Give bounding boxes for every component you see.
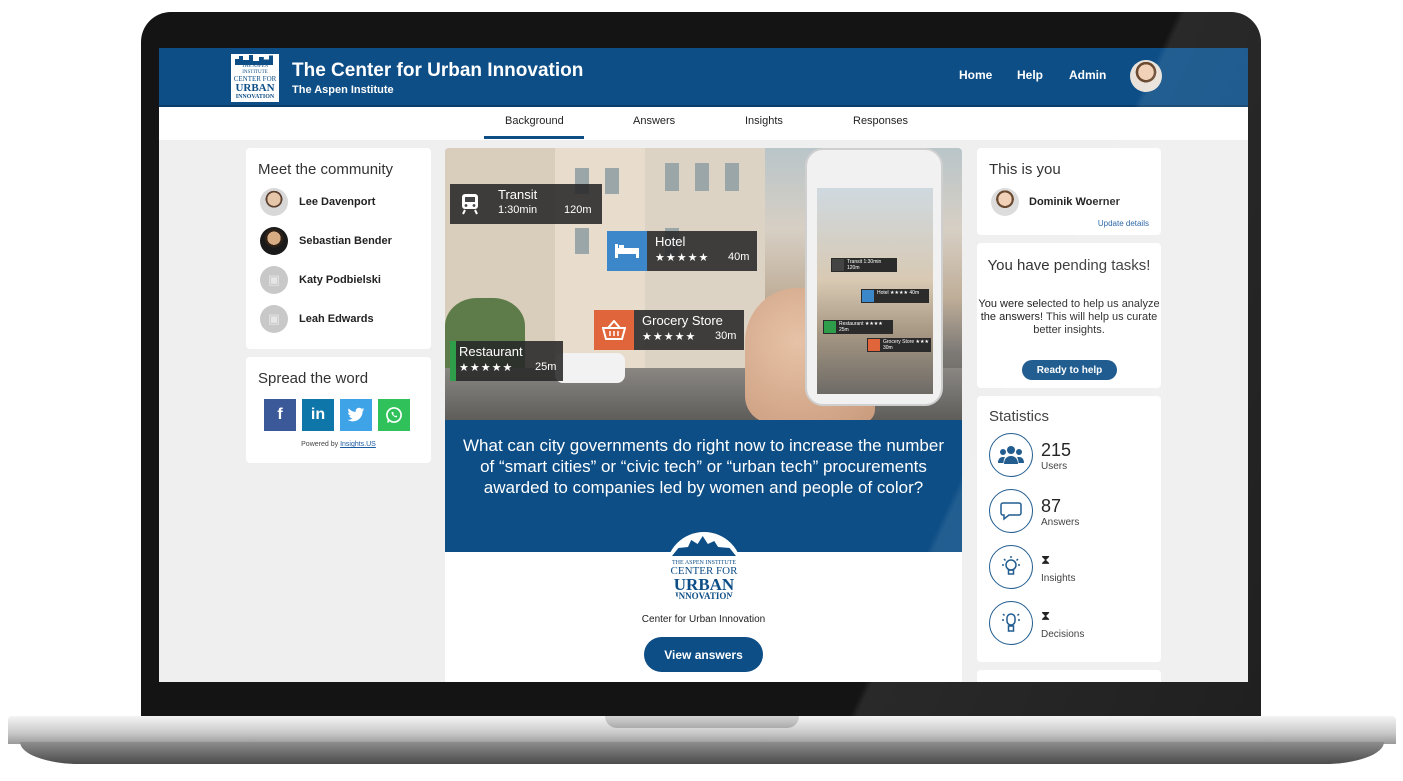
decision-bulb-icon (989, 601, 1033, 645)
powered-by-link[interactable]: Insights.US (340, 441, 376, 448)
pending-title: You have pending tasks! (987, 257, 1151, 274)
phone-screen: Transit 1:30min 120m Hotel ★★★★ 40m Rest… (817, 188, 933, 394)
facebook-icon[interactable]: f (264, 399, 296, 431)
restaurant-tag: Restaurant ★★★★★ 25m (450, 341, 563, 381)
pending-card: You have pending tasks! You were selecte… (977, 243, 1161, 388)
twitter-icon[interactable] (340, 399, 372, 431)
community-member[interactable]: ▣ Leah Edwards (260, 305, 460, 335)
share-card: Spread the word f in Powered by Insights… (246, 357, 431, 463)
skyline-icon (672, 536, 736, 556)
basket-icon (594, 310, 634, 350)
view-answers-button[interactable]: View answers (644, 637, 763, 672)
tab-background[interactable]: Background (505, 115, 564, 127)
pending-body: You were selected to help us analyze the… (978, 298, 1160, 336)
member-name: Sebastian Bender (299, 235, 392, 247)
users-count: 215 (1041, 440, 1072, 460)
mini-tag-grocery: Grocery Store ★★★ 30m (867, 338, 931, 352)
next-card (977, 670, 1161, 682)
hotel-tag: Hotel ★★★★★ 40m (607, 231, 757, 271)
you-card: This is you Dominik Woerner Update detai… (977, 148, 1161, 235)
mini-tag-transit: Transit 1:30min 120m (831, 258, 897, 272)
active-tab-indicator (484, 136, 584, 139)
laptop-base-shadow (20, 742, 1384, 764)
decisions-label: Decisions (1041, 629, 1085, 640)
window (575, 228, 589, 254)
member-name: Katy Podbielski (299, 274, 381, 286)
placeholder-avatar-icon: ▣ (260, 266, 288, 294)
nav-admin[interactable]: Admin (1069, 68, 1106, 82)
users-label: Users (1041, 461, 1068, 472)
statistics-title: Statistics (989, 408, 1050, 425)
org-panel: THE ASPEN INSTITUTE CENTER FOR URBAN INN… (445, 532, 962, 682)
hourglass-icon: ⧗ (1041, 552, 1051, 567)
you-name: Dominik Woerner (1029, 196, 1120, 208)
mini-tag-restaurant: Restaurant ★★★★ 25m (823, 320, 893, 334)
powered-by: Powered by Insights.US (301, 441, 376, 448)
transit-tag: Transit 1:30min 120m (450, 184, 602, 224)
answers-count: 87 (1041, 496, 1062, 516)
nav-home[interactable]: Home (959, 68, 992, 82)
whatsapp-icon[interactable] (378, 399, 410, 431)
avatar (991, 188, 1019, 216)
placeholder-avatar-icon: ▣ (260, 305, 288, 333)
car (555, 353, 625, 383)
grocery-tag: Grocery Store ★★★★★ 30m (594, 310, 744, 350)
community-card: Meet the community Lee Davenport Sebasti… (246, 148, 431, 349)
update-details-link[interactable]: Update details (1098, 219, 1149, 228)
restaurant-accent (450, 341, 456, 381)
community-member[interactable]: Sebastian Bender (260, 227, 460, 257)
laptop-notch (605, 716, 799, 728)
tab-insights[interactable]: Insights (745, 115, 783, 127)
tab-answers[interactable]: Answers (633, 115, 675, 127)
bed-icon (607, 231, 647, 271)
community-title: Meet the community (258, 161, 394, 178)
top-bar: THE ASPEN INSTITUTE CENTER FOR URBAN INN… (159, 48, 1248, 107)
statistics-card: Statistics 215 Users 87 Answers ⧗ Insigh… (977, 396, 1161, 662)
site-subtitle: The Aspen Institute (292, 84, 394, 96)
member-name: Leah Edwards (299, 313, 374, 325)
hourglass-icon: ⧗ (1041, 608, 1051, 623)
hero-image: Transit 1:30min 120m Hotel ★★★★ 40m Rest… (445, 148, 962, 420)
community-member[interactable]: ▣ Katy Podbielski (260, 266, 460, 296)
window (665, 163, 679, 191)
screen: THE ASPEN INSTITUTE CENTER FOR URBAN INN… (159, 48, 1248, 682)
window (605, 168, 619, 194)
answers-label: Answers (1041, 517, 1080, 528)
skyline-icon (235, 55, 273, 65)
speech-bubble-icon (989, 489, 1033, 533)
you-title: This is you (989, 161, 1061, 178)
nav-help[interactable]: Help (1017, 68, 1043, 82)
tab-bar: Background Answers Insights Responses (159, 107, 1248, 140)
user-avatar[interactable] (1130, 60, 1162, 92)
avatar (260, 227, 288, 255)
share-title: Spread the word (258, 370, 369, 387)
window (725, 163, 739, 191)
lightbulb-icon (989, 545, 1033, 589)
site-title: The Center for Urban Innovation (292, 60, 584, 81)
org-logo[interactable]: THE ASPEN INSTITUTE CENTER FOR URBAN INN… (231, 54, 279, 102)
train-icon (450, 184, 490, 224)
org-round-logo: THE ASPEN INSTITUTE CENTER FOR URBAN INN… (666, 532, 742, 608)
insights-label: Insights (1041, 573, 1076, 584)
tab-responses[interactable]: Responses (853, 115, 908, 127)
linkedin-icon[interactable]: in (302, 399, 334, 431)
avatar (260, 188, 288, 216)
member-name: Lee Davenport (299, 196, 376, 208)
phone: Transit 1:30min 120m Hotel ★★★★ 40m Rest… (805, 148, 943, 406)
ready-to-help-button[interactable]: Ready to help (1022, 360, 1117, 380)
users-icon (989, 433, 1033, 477)
org-name: Center for Urban Innovation (641, 614, 766, 625)
window (695, 163, 709, 191)
mini-tag-hotel: Hotel ★★★★ 40m (861, 289, 929, 303)
community-member[interactable]: Lee Davenport (260, 188, 460, 218)
